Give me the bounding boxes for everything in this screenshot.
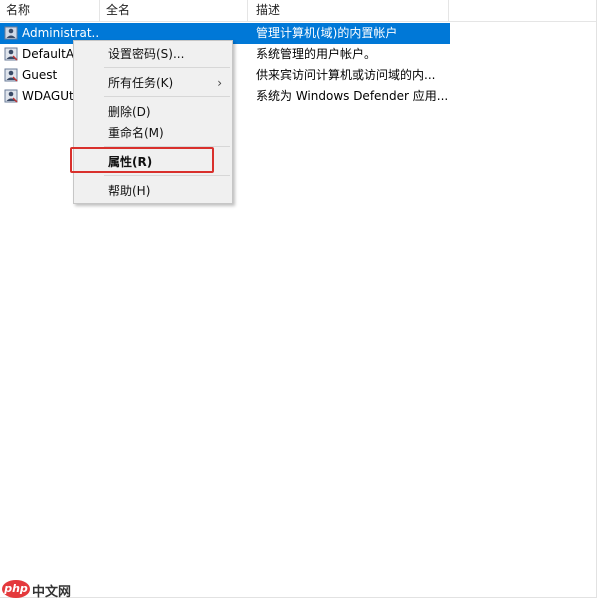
user-description: 管理计算机(域)的内置帐户 bbox=[256, 26, 398, 40]
menu-separator bbox=[104, 67, 230, 68]
menu-separator bbox=[104, 96, 230, 97]
user-icon bbox=[4, 68, 18, 82]
user-name: DefaultAc bbox=[22, 47, 81, 61]
user-name: WDAGUt bbox=[22, 89, 74, 103]
column-header-description[interactable]: 描述 bbox=[248, 0, 449, 21]
user-description: 系统管理的用户帐户。 bbox=[256, 47, 377, 61]
watermark-text: 中文网 bbox=[32, 585, 72, 600]
menu-separator bbox=[104, 175, 230, 176]
menu-item-all-tasks[interactable]: 所有任务(K) › bbox=[74, 73, 232, 93]
context-menu: 设置密码(S)... 所有任务(K) › 删除(D) 重命名(M) 属性(R) … bbox=[73, 40, 233, 204]
column-header-fullname[interactable]: 全名 bbox=[100, 0, 248, 21]
user-description: 供来宾访问计算机或访问域的内... bbox=[256, 68, 436, 82]
menu-item-rename[interactable]: 重命名(M) bbox=[74, 123, 232, 143]
chevron-right-icon: › bbox=[217, 76, 222, 90]
column-header-name[interactable]: 名称 bbox=[0, 0, 100, 21]
user-icon bbox=[4, 89, 18, 103]
user-name: Guest bbox=[22, 68, 58, 82]
list-header: 名称 全名 描述 bbox=[0, 0, 596, 22]
user-name: Administrat... bbox=[22, 26, 100, 40]
menu-item-help[interactable]: 帮助(H) bbox=[74, 181, 232, 201]
menu-item-set-password[interactable]: 设置密码(S)... bbox=[74, 44, 232, 64]
user-icon bbox=[4, 47, 18, 61]
properties-highlight-box bbox=[70, 147, 214, 173]
menu-item-label: 所有任务(K) bbox=[108, 76, 174, 90]
watermark-badge: php bbox=[2, 580, 30, 598]
user-description: 系统为 Windows Defender 应用... bbox=[256, 89, 449, 103]
menu-item-delete[interactable]: 删除(D) bbox=[74, 102, 232, 122]
user-icon bbox=[4, 26, 18, 40]
